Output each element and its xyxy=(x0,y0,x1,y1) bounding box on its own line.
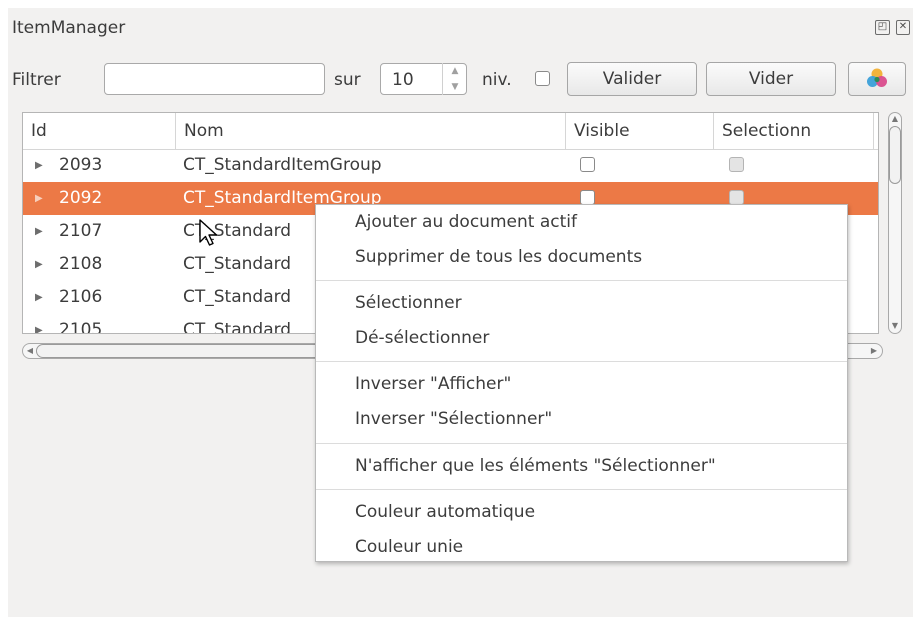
expand-arrow-icon[interactable]: ▶ xyxy=(35,248,43,281)
scroll-right-icon[interactable]: ▶ xyxy=(868,343,880,359)
row-id: 2106 xyxy=(59,287,103,307)
vertical-scroll-thumb[interactable] xyxy=(889,126,901,184)
niv-label: niv. xyxy=(482,70,512,90)
row-name: CT_Standard xyxy=(183,320,292,334)
visible-checkbox[interactable] xyxy=(580,190,595,205)
row-name: CT_Standard xyxy=(183,287,292,307)
mouse-pointer-icon xyxy=(199,219,218,246)
column-header-visible[interactable]: Visible xyxy=(566,113,714,149)
row-id: 2105 xyxy=(59,320,103,334)
scroll-down-icon[interactable]: ▼ xyxy=(889,320,901,332)
column-header-selection[interactable]: Selectionn xyxy=(714,113,874,149)
filter-label: Filtrer xyxy=(12,70,61,90)
table-header: Id Nom Visible Selectionn xyxy=(23,113,878,150)
expand-arrow-icon[interactable]: ▶ xyxy=(35,182,43,215)
spin-up-icon[interactable]: ▲ xyxy=(443,63,467,79)
menu-item-solid-color[interactable]: Couleur unie xyxy=(355,535,463,559)
expand-arrow-icon[interactable]: ▶ xyxy=(35,281,43,314)
horizontal-scroll-thumb[interactable] xyxy=(36,344,352,358)
validate-button[interactable]: Valider xyxy=(567,62,697,96)
menu-separator xyxy=(316,489,847,490)
vertical-scrollbar[interactable]: ▲ ▼ xyxy=(885,112,905,334)
menu-item-invert-show[interactable]: Inverser "Afficher" xyxy=(355,372,511,396)
menu-item-show-only-selected[interactable]: N'afficher que les éléments "Sélectionne… xyxy=(355,454,716,478)
menu-item-remove-from-all-documents[interactable]: Supprimer de tous les documents xyxy=(355,245,642,269)
expand-arrow-icon[interactable]: ▶ xyxy=(35,215,43,248)
table-row[interactable]: ▶ 2093 CT_StandardItemGroup xyxy=(23,149,878,182)
menu-separator xyxy=(316,361,847,362)
menu-separator xyxy=(316,280,847,281)
window-title: ItemManager xyxy=(12,18,126,38)
level-stepper[interactable]: ▲ ▼ xyxy=(442,63,467,95)
menu-item-add-to-active-document[interactable]: Ajouter au document actif xyxy=(355,210,577,234)
selected-checkbox xyxy=(729,157,744,172)
menu-item-automatic-color[interactable]: Couleur automatique xyxy=(355,500,535,524)
context-menu: Ajouter au document actif Supprimer de t… xyxy=(315,204,848,562)
color-palette-icon xyxy=(867,68,887,87)
filter-input[interactable] xyxy=(104,63,325,95)
level-value: 10 xyxy=(392,70,414,90)
row-name: CT_StandardItemGroup xyxy=(183,155,382,175)
row-name: CT_Standard xyxy=(183,254,292,274)
row-id: 2107 xyxy=(59,221,103,241)
row-id: 2092 xyxy=(59,188,103,208)
row-id: 2093 xyxy=(59,155,103,175)
row-id: 2108 xyxy=(59,254,103,274)
clear-button[interactable]: Vider xyxy=(706,62,836,96)
spin-down-icon[interactable]: ▼ xyxy=(443,79,467,95)
menu-separator xyxy=(316,443,847,444)
visible-checkbox[interactable] xyxy=(580,157,595,172)
level-checkbox[interactable] xyxy=(535,71,550,86)
menu-item-deselect[interactable]: Dé-sélectionner xyxy=(355,326,489,350)
close-icon[interactable]: ✕ xyxy=(896,20,910,35)
expand-arrow-icon[interactable]: ▶ xyxy=(35,149,43,182)
menu-item-invert-select[interactable]: Inverser "Sélectionner" xyxy=(355,407,552,431)
column-header-id[interactable]: Id xyxy=(23,113,176,149)
float-icon[interactable]: ◰ xyxy=(875,20,890,35)
selected-checkbox xyxy=(729,190,744,205)
column-header-nom[interactable]: Nom xyxy=(176,113,566,149)
scroll-left-icon[interactable]: ◀ xyxy=(24,343,36,359)
menu-item-select[interactable]: Sélectionner xyxy=(355,291,462,315)
color-button[interactable] xyxy=(848,62,906,96)
expand-arrow-icon[interactable]: ▶ xyxy=(35,314,43,333)
scroll-up-icon[interactable]: ▲ xyxy=(889,113,901,125)
sur-label: sur xyxy=(334,70,361,90)
